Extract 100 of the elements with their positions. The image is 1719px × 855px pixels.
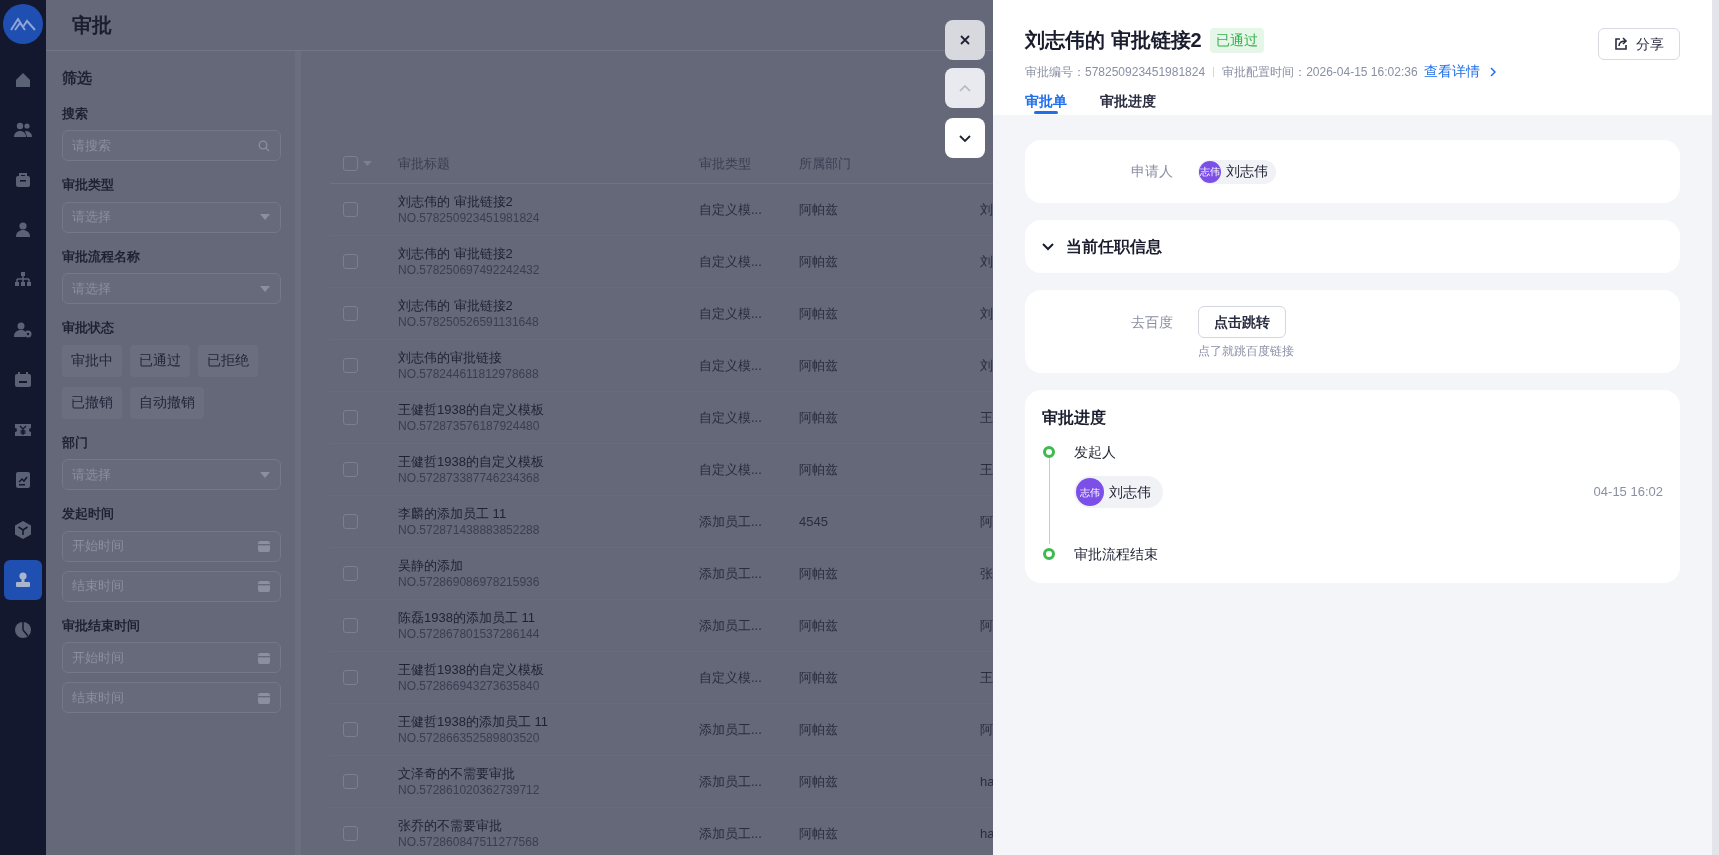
filter-label: 审批流程名称 <box>62 247 141 266</box>
table-cell-text: 阿帕兹 <box>799 564 839 583</box>
checkbox[interactable] <box>343 566 358 581</box>
page-title: 审批 <box>72 13 112 38</box>
detail-link[interactable]: 查看详情 <box>1423 61 1496 82</box>
filter-label: 审批结束时间 <box>62 616 141 635</box>
table-cell-text: 阿帕兹 <box>799 824 839 843</box>
row-title: 王健哲1938的添加员工 11 <box>398 712 550 730</box>
avatar: 志伟 <box>1076 478 1104 506</box>
calendar-icon <box>258 580 270 592</box>
table-cell-text: 王 <box>980 460 993 479</box>
pie-chart-icon <box>13 620 33 640</box>
status-chip[interactable]: 已通过 <box>130 344 190 377</box>
row-title: 王健哲1938的自定义模板 <box>398 660 545 678</box>
person-name: 刘志伟 <box>1109 482 1151 502</box>
checkbox[interactable] <box>343 670 358 685</box>
table-cell-text: 阿帕兹 <box>799 252 839 271</box>
table-cell-text: 自定义模... <box>699 304 763 323</box>
table-cell-text: 阿帕兹 <box>799 460 839 479</box>
filter-label: 审批类型 <box>62 176 115 194</box>
checkbox[interactable] <box>343 156 358 171</box>
tab[interactable]: 审批进度 <box>1100 88 1156 114</box>
chevron-down-icon <box>1042 242 1054 251</box>
table-cell-text: 自定义模... <box>699 200 763 219</box>
logo <box>3 4 43 44</box>
field-label: 申请人 <box>1130 162 1173 181</box>
table-cell-text: 阿帕兹 <box>799 720 839 739</box>
table-cell-text: 张 <box>980 564 993 583</box>
table-cell-text: 阿帕兹 <box>799 408 839 427</box>
row-title: 王健哲1938的自定义模板 <box>398 400 545 418</box>
table-cell-text: 阿帕兹 <box>799 616 839 635</box>
table-cell-text: 阿 <box>980 616 993 635</box>
checkbox[interactable] <box>343 410 358 425</box>
row-title: 陈磊1938的添加员工 11 <box>398 608 537 626</box>
filter-label: 部门 <box>62 433 89 452</box>
field-label: 去百度 <box>1130 313 1173 332</box>
person-add-icon <box>13 320 33 340</box>
row-title: 刘志伟的 审批链接2 <box>398 244 514 262</box>
checkbox[interactable] <box>343 306 358 321</box>
row-title: 刘志伟的 审批链接2 <box>398 192 514 210</box>
table-cell-text: 自定义模... <box>699 252 763 271</box>
table-cell-text: 王 <box>980 408 993 427</box>
chevron-right-icon <box>1489 66 1496 77</box>
meta-text: 审批编号：578250923451981824 <box>1025 63 1206 81</box>
section-title: 审批进度 <box>1042 408 1107 428</box>
home-icon <box>13 70 33 90</box>
chevron-up-icon <box>959 84 971 92</box>
row-title: 吴静的添加 <box>398 556 464 574</box>
step-time: 04-15 16:02 <box>1593 483 1663 502</box>
jump-button[interactable]: 点击跳转 <box>1198 306 1286 338</box>
checkbox[interactable] <box>343 462 358 477</box>
table-cell-text: 阿帕兹 <box>799 668 839 687</box>
share-button[interactable]: 分享 <box>1598 28 1680 60</box>
checkbox[interactable] <box>343 618 358 633</box>
row-title: 刘志伟的审批链接 <box>398 348 503 366</box>
checkbox[interactable] <box>343 254 358 269</box>
close-button[interactable] <box>945 20 985 60</box>
table-cell-text: 刘 <box>980 200 993 219</box>
hint-text: 点了就跳百度链接 <box>1198 343 1294 360</box>
status-chip[interactable]: 已拒绝 <box>198 344 258 377</box>
table-cell-text: 刘 <box>980 252 993 271</box>
table-cell-text: 王 <box>980 668 993 687</box>
section-title: 当前任职信息 <box>1066 236 1162 257</box>
row-title: 王健哲1938的自定义模板 <box>398 452 545 470</box>
row-title: 刘志伟的 审批链接2 <box>398 296 514 314</box>
checkbox[interactable] <box>343 358 358 373</box>
table-cell-text: 自定义模... <box>699 356 763 375</box>
status-chip[interactable]: 已撤销 <box>62 386 122 419</box>
calendar-icon <box>13 370 33 390</box>
step-label: 审批流程结束 <box>1074 545 1159 564</box>
table-cell-text: 刘 <box>980 304 993 323</box>
status-chip[interactable]: 审批中 <box>62 344 122 377</box>
tab[interactable]: 审批单 <box>1025 88 1067 114</box>
checkbox[interactable] <box>343 774 358 789</box>
drawer-title: 刘志伟的 审批链接2 <box>1025 28 1202 53</box>
status-chip[interactable]: 自动撤销 <box>130 386 204 419</box>
filter-title: 筛选 <box>62 68 93 88</box>
stamp-icon <box>13 570 33 590</box>
step-label: 发起人 <box>1074 443 1117 462</box>
chevron-down-icon <box>959 134 971 142</box>
row-title: 李麟的添加员工 11 <box>398 504 508 522</box>
filter-label: 审批状态 <box>62 319 115 337</box>
checkbox[interactable] <box>343 826 358 841</box>
caret-icon <box>363 161 372 166</box>
table-cell-text: 自定义模... <box>699 668 763 687</box>
calendar-icon <box>258 540 270 552</box>
filter-label: 发起时间 <box>62 505 115 523</box>
nav-item[interactable] <box>4 560 42 600</box>
table-cell-text: 自定义模... <box>699 460 763 479</box>
table-cell-text: 4545 <box>799 512 829 531</box>
checkbox[interactable] <box>343 202 358 217</box>
cube-icon <box>13 520 33 540</box>
checkbox[interactable] <box>343 514 358 529</box>
table-cell-text: 阿帕兹 <box>799 356 839 375</box>
caret-icon <box>260 471 270 478</box>
next-button[interactable] <box>945 118 985 158</box>
search-icon <box>258 139 270 152</box>
avatar: 志伟 <box>1199 160 1221 183</box>
share-icon <box>1614 37 1628 51</box>
checkbox[interactable] <box>343 722 358 737</box>
